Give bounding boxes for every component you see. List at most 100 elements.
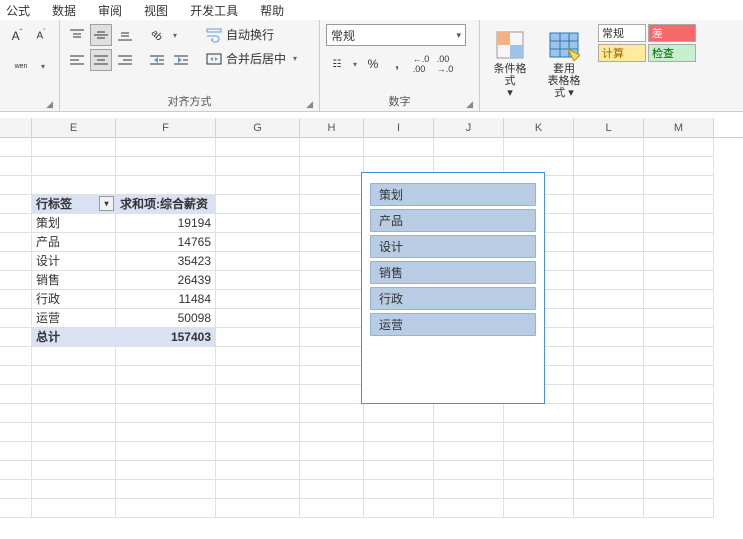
cell[interactable] bbox=[216, 423, 300, 442]
align-right-button[interactable] bbox=[114, 49, 136, 71]
cell[interactable] bbox=[574, 499, 644, 518]
cell[interactable] bbox=[116, 347, 216, 366]
column-header[interactable]: L bbox=[574, 118, 644, 137]
cell[interactable] bbox=[574, 423, 644, 442]
merge-dropdown-icon[interactable]: ▾ bbox=[290, 54, 300, 63]
pivot-total-label[interactable]: 总计 bbox=[32, 328, 116, 347]
cell[interactable] bbox=[300, 176, 364, 195]
table-format-button[interactable]: 套用 表格格式 ▾ bbox=[540, 24, 588, 104]
cell-style-check[interactable]: 检查 bbox=[648, 44, 696, 62]
align-center-button[interactable] bbox=[90, 49, 112, 71]
increase-font-button[interactable]: Aˆ bbox=[6, 24, 28, 46]
cell[interactable] bbox=[644, 442, 714, 461]
menu-formula[interactable]: 公式 bbox=[6, 2, 30, 19]
cell[interactable] bbox=[574, 214, 644, 233]
cell[interactable] bbox=[116, 157, 216, 176]
cell[interactable] bbox=[574, 233, 644, 252]
pivot-row-value[interactable]: 19194 bbox=[116, 214, 216, 233]
cell[interactable] bbox=[434, 423, 504, 442]
phonetic-dropdown-icon[interactable]: ▾ bbox=[38, 62, 48, 71]
cell[interactable] bbox=[574, 385, 644, 404]
cell[interactable] bbox=[434, 442, 504, 461]
cell[interactable] bbox=[216, 461, 300, 480]
cell[interactable] bbox=[300, 442, 364, 461]
dialog-launcher-icon[interactable]: ◢ bbox=[466, 99, 473, 110]
cell[interactable] bbox=[216, 480, 300, 499]
pivot-filter-button[interactable]: ▾ bbox=[99, 196, 114, 211]
slicer-panel[interactable]: 策划产品设计销售行政运营 bbox=[361, 172, 545, 404]
cell[interactable] bbox=[216, 233, 300, 252]
cell[interactable] bbox=[300, 385, 364, 404]
cell[interactable] bbox=[364, 480, 434, 499]
cell[interactable] bbox=[32, 442, 116, 461]
cell[interactable] bbox=[216, 328, 300, 347]
cell[interactable] bbox=[0, 480, 32, 499]
pivot-value-header[interactable]: 求和项:综合薪资 bbox=[116, 195, 216, 214]
accounting-dropdown-icon[interactable]: ▾ bbox=[350, 60, 360, 69]
cell[interactable] bbox=[0, 233, 32, 252]
column-header[interactable]: H bbox=[300, 118, 364, 137]
increase-decimal-button[interactable]: ←.0.00 bbox=[410, 53, 432, 75]
cell[interactable] bbox=[644, 138, 714, 157]
slicer-item[interactable]: 行政 bbox=[370, 287, 536, 310]
comma-format-button[interactable]: , bbox=[386, 53, 408, 75]
cell[interactable] bbox=[0, 214, 32, 233]
cell[interactable] bbox=[434, 461, 504, 480]
cell[interactable] bbox=[116, 499, 216, 518]
cell[interactable] bbox=[300, 499, 364, 518]
cell[interactable] bbox=[216, 271, 300, 290]
cell[interactable] bbox=[434, 404, 504, 423]
cell[interactable] bbox=[116, 138, 216, 157]
cell[interactable] bbox=[32, 138, 116, 157]
cell[interactable] bbox=[0, 176, 32, 195]
cell[interactable] bbox=[364, 404, 434, 423]
cell[interactable] bbox=[504, 442, 574, 461]
cell[interactable] bbox=[0, 195, 32, 214]
dialog-launcher-icon[interactable]: ◢ bbox=[306, 99, 313, 110]
merge-center-button[interactable]: 合并后居中 ▾ bbox=[204, 48, 302, 69]
cell[interactable] bbox=[574, 138, 644, 157]
cell[interactable] bbox=[0, 138, 32, 157]
cell[interactable] bbox=[300, 271, 364, 290]
decrease-font-button[interactable]: Aˇ bbox=[30, 24, 52, 46]
cell[interactable] bbox=[0, 404, 32, 423]
slicer-item[interactable]: 运营 bbox=[370, 313, 536, 336]
cell[interactable] bbox=[216, 404, 300, 423]
cell[interactable] bbox=[216, 252, 300, 271]
cell[interactable] bbox=[574, 366, 644, 385]
cell[interactable] bbox=[216, 442, 300, 461]
number-format-select[interactable]: 常规 ▾ bbox=[326, 24, 466, 46]
cell[interactable] bbox=[32, 461, 116, 480]
cell[interactable] bbox=[574, 309, 644, 328]
cell[interactable] bbox=[434, 499, 504, 518]
cell[interactable] bbox=[216, 214, 300, 233]
slicer-item[interactable]: 产品 bbox=[370, 209, 536, 232]
cell-style-calc[interactable]: 计算 bbox=[598, 44, 646, 62]
cell[interactable] bbox=[116, 461, 216, 480]
cell[interactable] bbox=[574, 480, 644, 499]
pivot-row-value[interactable]: 50098 bbox=[116, 309, 216, 328]
cell[interactable] bbox=[574, 290, 644, 309]
conditional-format-button[interactable]: 条件格式▾ bbox=[486, 24, 534, 104]
cell[interactable] bbox=[300, 480, 364, 499]
cell[interactable] bbox=[32, 423, 116, 442]
cell[interactable] bbox=[574, 195, 644, 214]
cell[interactable] bbox=[0, 366, 32, 385]
cell[interactable] bbox=[0, 347, 32, 366]
column-header[interactable]: F bbox=[116, 118, 216, 137]
cell[interactable] bbox=[300, 157, 364, 176]
cell[interactable] bbox=[0, 290, 32, 309]
decrease-indent-button[interactable] bbox=[146, 49, 168, 71]
pivot-total-value[interactable]: 157403 bbox=[116, 328, 216, 347]
cell[interactable] bbox=[364, 442, 434, 461]
cell[interactable] bbox=[300, 233, 364, 252]
decrease-decimal-button[interactable]: .00→.0 bbox=[434, 53, 456, 75]
cell[interactable] bbox=[116, 442, 216, 461]
cell[interactable] bbox=[32, 404, 116, 423]
cell[interactable] bbox=[32, 347, 116, 366]
cell[interactable] bbox=[574, 442, 644, 461]
cell[interactable] bbox=[216, 138, 300, 157]
column-header[interactable]: G bbox=[216, 118, 300, 137]
cell[interactable] bbox=[434, 480, 504, 499]
menu-review[interactable]: 审阅 bbox=[98, 2, 122, 19]
